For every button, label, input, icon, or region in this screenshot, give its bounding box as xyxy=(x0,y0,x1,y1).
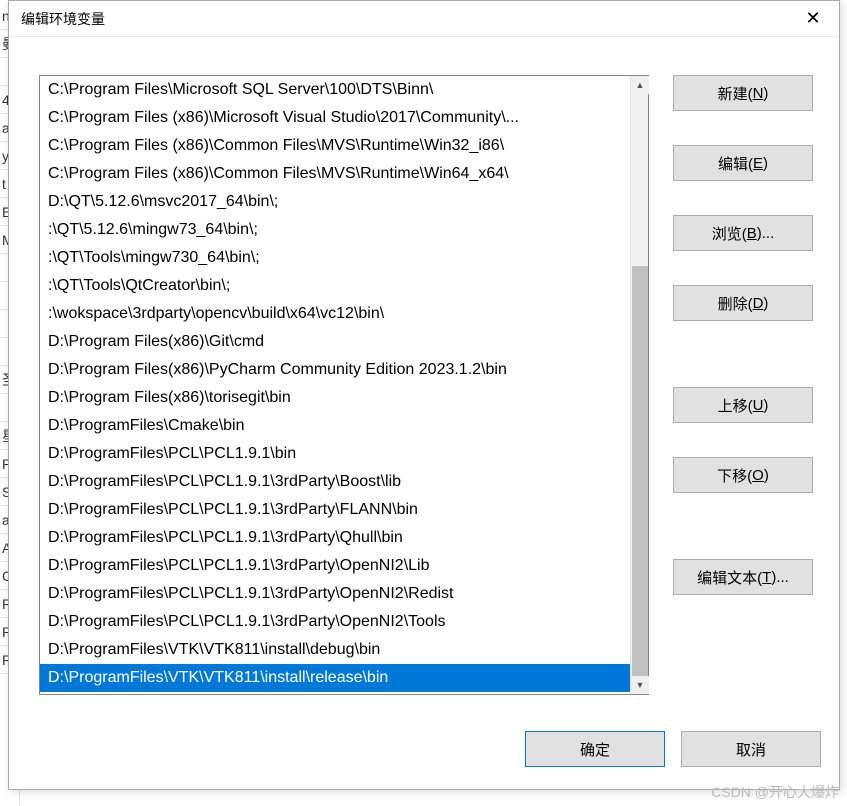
scroll-down-arrow[interactable]: ▼ xyxy=(631,676,649,694)
dialog-title: 编辑环境变量 xyxy=(21,9,105,29)
main-area: C:\Program Files\Microsoft SQL Server\10… xyxy=(9,37,839,721)
cancel-button[interactable]: 取消 xyxy=(681,731,821,767)
list-item[interactable]: C:\Program Files\Microsoft SQL Server\10… xyxy=(40,76,630,104)
list-item[interactable]: D:\ProgramFiles\PCL\PCL1.9.1\3rdParty\FL… xyxy=(40,496,630,524)
path-listbox[interactable]: C:\Program Files\Microsoft SQL Server\10… xyxy=(40,76,630,694)
scrollbar[interactable]: ▲ ▼ xyxy=(630,76,648,694)
ok-button[interactable]: 确定 xyxy=(525,731,665,767)
list-item[interactable]: C:\Program Files (x86)\Common Files\MVS\… xyxy=(40,160,630,188)
list-item[interactable]: D:\ProgramFiles\Cmake\bin xyxy=(40,412,630,440)
list-item[interactable]: D:\ProgramFiles\PCL\PCL1.9.1\3rdParty\Op… xyxy=(40,608,630,636)
edit-text-button[interactable]: 编辑文本(T)... xyxy=(673,559,813,595)
list-item[interactable]: D:\ProgramFiles\VTK\VTK811\install\relea… xyxy=(40,664,630,692)
list-item[interactable]: D:\ProgramFiles\PCL\PCL1.9.1\3rdParty\Bo… xyxy=(40,468,630,496)
titlebar[interactable]: 编辑环境变量 ✕ xyxy=(9,1,839,37)
close-button[interactable]: ✕ xyxy=(797,5,829,33)
edit-env-var-dialog: 编辑环境变量 ✕ C:\Program Files\Microsoft SQL … xyxy=(8,0,840,790)
list-item[interactable]: :\QT\Tools\QtCreator\bin\; xyxy=(40,272,630,300)
list-item[interactable]: C:\Program Files (x86)\Microsoft Visual … xyxy=(40,104,630,132)
edit-button[interactable]: 编辑(E) xyxy=(673,145,813,181)
dialog-footer: 确定 取消 xyxy=(9,721,839,789)
list-item[interactable]: C:\Program Files (x86)\Common Files\MVS\… xyxy=(40,132,630,160)
list-item[interactable]: D:\ProgramFiles\PCL\PCL1.9.1\3rdParty\Op… xyxy=(40,552,630,580)
list-item[interactable]: :\QT\5.12.6\mingw73_64\bin\; xyxy=(40,216,630,244)
list-item[interactable]: D:\QT\5.12.6\msvc2017_64\bin\; xyxy=(40,188,630,216)
list-item[interactable]: D:\Program Files(x86)\torisegit\bin xyxy=(40,384,630,412)
browse-button[interactable]: 浏览(B)... xyxy=(673,215,813,251)
list-item[interactable]: D:\ProgramFiles\VTK\VTK811\install\debug… xyxy=(40,636,630,664)
list-item[interactable]: :\wokspace\3rdparty\opencv\build\x64\vc1… xyxy=(40,300,630,328)
side-buttons: 新建(N) 编辑(E) 浏览(B)... 删除(D) 上移(U) 下移(O) 编… xyxy=(649,75,821,713)
dialog-body: C:\Program Files\Microsoft SQL Server\10… xyxy=(9,37,839,789)
move-down-button[interactable]: 下移(O) xyxy=(673,457,813,493)
move-up-button[interactable]: 上移(U) xyxy=(673,387,813,423)
list-item[interactable]: D:\ProgramFiles\PCL\PCL1.9.1\bin xyxy=(40,440,630,468)
path-listbox-wrap: C:\Program Files\Microsoft SQL Server\10… xyxy=(39,75,649,695)
list-item[interactable]: D:\Program Files(x86)\Git\cmd xyxy=(40,328,630,356)
list-item[interactable]: D:\ProgramFiles\PCL\PCL1.9.1\3rdParty\Op… xyxy=(40,580,630,608)
list-item[interactable]: :\QT\Tools\mingw730_64\bin\; xyxy=(40,244,630,272)
new-button[interactable]: 新建(N) xyxy=(673,75,813,111)
list-item[interactable]: D:\Program Files(x86)\PyCharm Community … xyxy=(40,356,630,384)
scroll-thumb[interactable] xyxy=(632,266,648,676)
list-item[interactable]: D:\ProgramFiles\PCL\PCL1.9.1\3rdParty\Qh… xyxy=(40,524,630,552)
scroll-up-arrow[interactable]: ▲ xyxy=(631,76,649,94)
delete-button[interactable]: 删除(D) xyxy=(673,285,813,321)
